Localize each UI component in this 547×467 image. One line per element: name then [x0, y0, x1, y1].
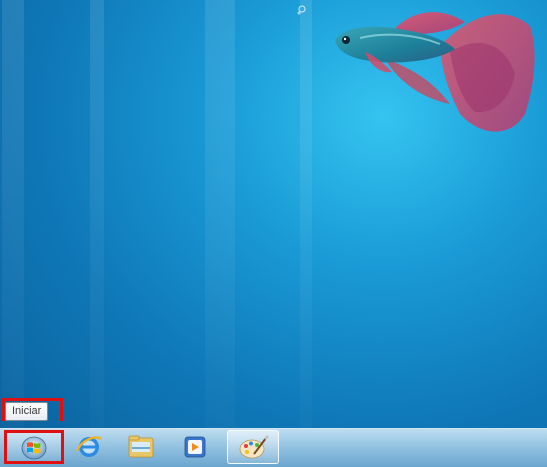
start-button[interactable]	[4, 430, 64, 464]
windows-orb-icon	[21, 436, 47, 460]
bubbles-icon	[297, 5, 306, 15]
paint-palette-icon	[239, 435, 269, 459]
internet-explorer-icon	[75, 436, 102, 457]
media-player-icon	[184, 436, 206, 458]
light-ray	[2, 0, 24, 430]
start-tooltip: Iniciar	[5, 402, 49, 421]
light-ray	[300, 0, 312, 430]
taskbar-item-media-player[interactable]	[172, 430, 218, 464]
desktop: Iniciar	[0, 0, 547, 467]
taskbar-item-windows-explorer[interactable]	[118, 430, 164, 464]
taskbar-item-internet-explorer[interactable]	[66, 430, 112, 464]
light-ray	[205, 0, 235, 430]
betta-fish-image	[335, 12, 535, 132]
light-ray	[90, 0, 104, 430]
folder-icon	[128, 435, 154, 458]
taskbar-item-paint[interactable]	[227, 430, 279, 464]
